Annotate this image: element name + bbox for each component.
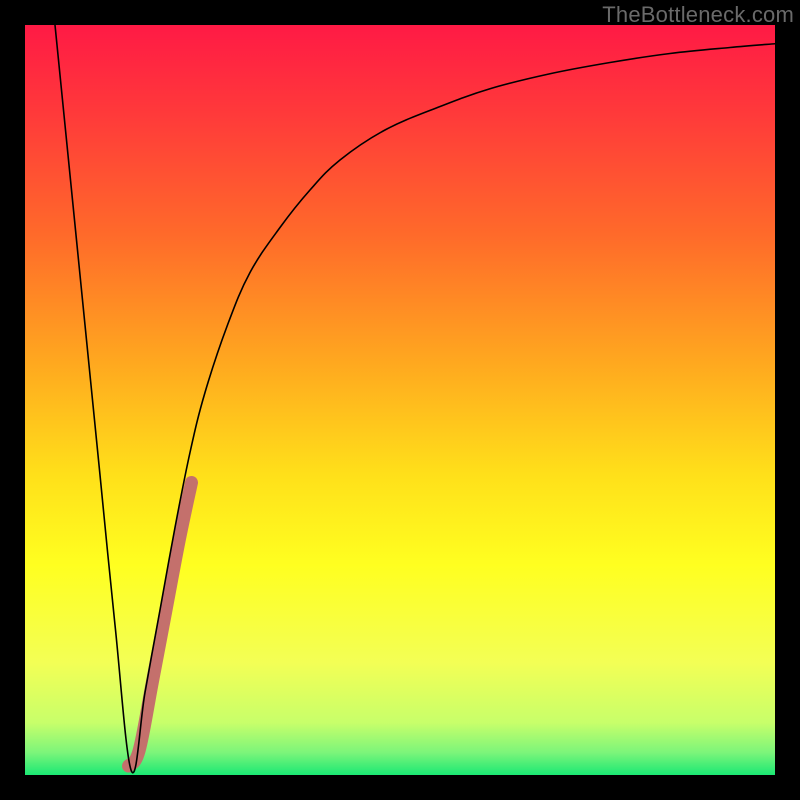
- highlight-segment-path: [129, 483, 192, 767]
- chart-svg: [25, 25, 775, 775]
- plot-area: [25, 25, 775, 775]
